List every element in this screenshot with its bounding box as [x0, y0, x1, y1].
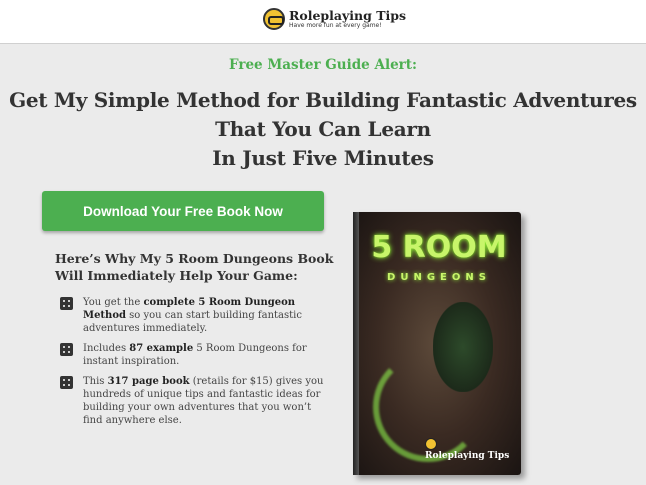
dice-icon	[60, 376, 73, 389]
benefit-text-bold: 87 example	[129, 343, 194, 354]
dice-icon	[60, 297, 73, 310]
dice-icon	[60, 343, 73, 356]
site-logo[interactable]: Roleplaying Tips Have more fun at every …	[263, 8, 406, 30]
book-cover-image: 5 ROOM DUNGEONS Roleplaying Tips	[353, 212, 521, 475]
site-header: Roleplaying Tips Have more fun at every …	[0, 0, 646, 44]
logo-tagline: Have more fun at every game!	[289, 22, 382, 29]
book-subtitle: DUNGEONS	[387, 272, 491, 283]
headline-line-3: In Just Five Minutes	[212, 146, 434, 170]
logo-text: Roleplaying Tips Have more fun at every …	[289, 9, 406, 29]
benefit-text: You get the complete 5 Room Dungeon Meth…	[83, 296, 330, 335]
benefit-text-pre: Includes	[83, 343, 130, 354]
benefit-text-pre: You get the	[83, 297, 144, 308]
benefit-item: This 317 page book (retails for $15) giv…	[60, 375, 330, 427]
benefit-text-bold: 317 page book	[107, 376, 190, 387]
benefit-text-pre: This	[83, 376, 108, 387]
book-logo-icon	[425, 438, 437, 450]
benefit-item: Includes 87 example 5 Room Dungeons for …	[60, 342, 330, 368]
benefit-text: This 317 page book (retails for $15) giv…	[83, 375, 330, 427]
download-book-button[interactable]: Download Your Free Book Now	[42, 191, 324, 231]
headline-line-2: That You Can Learn	[215, 117, 431, 141]
book-brand: Roleplaying Tips	[425, 451, 510, 461]
why-heading: Here’s Why My 5 Room Dungeons Book Will …	[55, 251, 334, 283]
page-headline: Get My Simple Method for Building Fantas…	[0, 86, 646, 173]
benefit-text: Includes 87 example 5 Room Dungeons for …	[83, 342, 330, 368]
logo-title: Roleplaying Tips	[289, 8, 407, 23]
book-title: 5 ROOM	[371, 230, 507, 265]
benefit-item: You get the complete 5 Room Dungeon Meth…	[60, 296, 330, 335]
logo-icon	[263, 8, 285, 30]
headline-line-1: Get My Simple Method for Building Fantas…	[9, 88, 637, 112]
book-spine	[353, 212, 359, 475]
alert-label: Free Master Guide Alert:	[229, 57, 417, 73]
benefits-list: You get the complete 5 Room Dungeon Meth…	[60, 296, 330, 434]
